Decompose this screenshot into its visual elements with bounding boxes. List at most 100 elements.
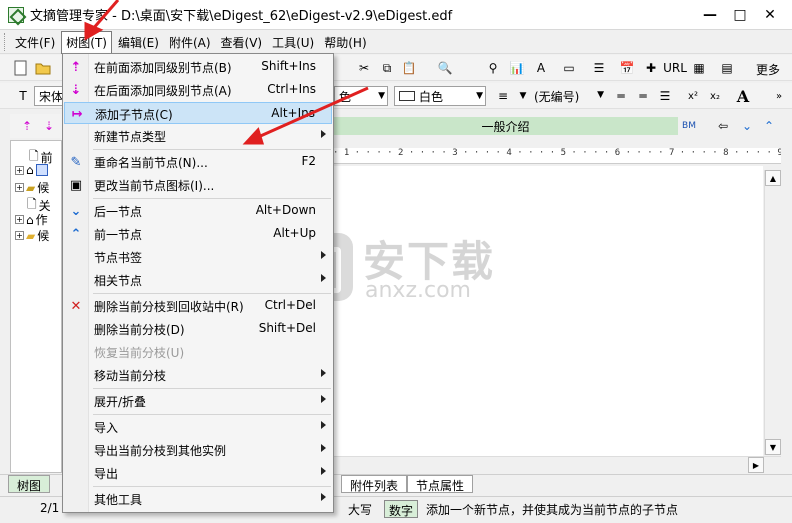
tree-node-label: 作 [35, 213, 48, 227]
menu-tools[interactable]: 工具(U) [268, 32, 318, 53]
menu-item-delete-branch[interactable]: 删除当前分枝(D) Shift+Del [64, 318, 332, 340]
tree-node[interactable]: + ⌂ [15, 163, 48, 177]
numbering-select[interactable]: (无编号) ▼ [530, 86, 606, 106]
open-folder-icon[interactable] [34, 59, 52, 77]
minimize-button[interactable]: — [696, 4, 724, 26]
tree-node[interactable]: + ▰ 候 [15, 227, 49, 244]
window-title: 文摘管理专家 - D:\桌面\安下载\eDigest_62\eDigest-v2… [30, 9, 453, 24]
tree-node-label: 候 [37, 181, 50, 195]
superscript-icon[interactable]: x² [684, 87, 702, 105]
new-file-icon[interactable] [12, 59, 30, 77]
menu-attachment[interactable]: 附件(A) [165, 32, 215, 53]
menu-item-add-before[interactable]: ⇡ 在前面添加同级别节点(B) Shift+Ins [64, 56, 332, 78]
find-icon[interactable]: 🔍 [436, 59, 454, 77]
menu-file[interactable]: 文件(F) [11, 32, 59, 53]
menu-item-expand-collapse[interactable]: 展开/折叠 [64, 390, 332, 412]
abc-icon[interactable]: A [532, 59, 550, 77]
back-icon[interactable]: ⇦ [714, 117, 732, 135]
bg-color-select[interactable]: 白色 ▼ [394, 86, 486, 106]
menu-item-label: 相关节点 [94, 274, 143, 288]
menu-item-add-after[interactable]: ⇣ 在后面添加同级别节点(A) Ctrl+Ins [64, 79, 332, 101]
scroll-right-icon[interactable]: ▶ [748, 457, 764, 473]
bookmark-icon[interactable]: BM [680, 117, 698, 135]
calendar-icon[interactable]: 📅 [618, 59, 636, 77]
url-icon[interactable]: URL [663, 59, 687, 77]
maximize-button[interactable]: □ [726, 4, 754, 26]
outdent-icon[interactable]: ═ [634, 87, 652, 105]
expand-icon[interactable]: + [15, 215, 24, 224]
font-style-icon[interactable]: A [734, 87, 752, 106]
tree-panel: 🗋 前 + ⌂ + ▰ 候 🗋 关 + ⌂ 作 + ▰ 候 [10, 140, 62, 473]
menu-item-related-nodes[interactable]: 相关节点 [64, 269, 332, 291]
move-up-icon[interactable]: ⇡ [18, 117, 36, 135]
menu-item-bookmarks[interactable]: 节点书签 [64, 246, 332, 268]
menu-separator [93, 486, 331, 487]
tree-node-label [35, 164, 48, 176]
menu-item-export[interactable]: 导出 [64, 462, 332, 484]
mark-icon[interactable]: ✚ [642, 59, 660, 77]
menu-item-delete-to-recycle[interactable]: ✕ 删除当前分枝到回收站中(R) Ctrl+Del [64, 295, 332, 317]
subscript-icon[interactable]: x₂ [706, 87, 724, 105]
menu-item-change-icon[interactable]: ▣ 更改当前节点图标(I)... [64, 174, 332, 196]
menubar-grip [4, 33, 7, 51]
tree-node[interactable]: + ▰ 候 [15, 179, 49, 196]
status-message: 添加一个新节点，并使其成为当前节点的子节点 [426, 503, 679, 517]
menu-item-prev-node[interactable]: ⌃ 前一节点 Alt+Up [64, 223, 332, 245]
tree-node[interactable]: + ⌂ 作 [15, 211, 48, 228]
toolbar-overflow-icon[interactable]: » [770, 87, 788, 105]
copy-icon[interactable]: ⧉ [378, 59, 396, 77]
submenu-arrow-icon [321, 251, 326, 259]
expand-icon[interactable]: + [15, 165, 24, 175]
expand-icon[interactable]: + [15, 183, 24, 192]
more-button[interactable]: 更多 [756, 61, 780, 78]
submenu-arrow-icon [321, 369, 326, 377]
menu-item-label: 在后面添加同级别节点(A) [94, 84, 232, 98]
chevron-up-icon[interactable]: ⌃ [760, 117, 778, 135]
cut-icon[interactable]: ✂ [355, 59, 373, 77]
grey-box-icon[interactable]: ▭ [560, 59, 578, 77]
menu-item-label: 前一节点 [94, 228, 143, 242]
text-cursor-icon[interactable]: T [14, 87, 32, 105]
scroll-up-icon[interactable]: ▲ [765, 170, 781, 186]
format-icon[interactable]: ☰ [590, 59, 608, 77]
menu-item-label: 在前面添加同级别节点(B) [94, 61, 232, 75]
chart-icon[interactable]: 📊 [508, 59, 526, 77]
binoculars-icon[interactable]: ⚲ [484, 59, 502, 77]
image-insert-icon[interactable]: ▦ [690, 59, 708, 77]
close-button[interactable]: ✕ [756, 4, 784, 26]
image-icon: ▣ [69, 177, 83, 193]
menu-item-import[interactable]: 导入 [64, 416, 332, 438]
vertical-scrollbar[interactable]: ▲ ▼ [764, 170, 781, 455]
menu-tree[interactable]: 树图(T) [61, 30, 112, 54]
chevron-down-icon[interactable]: ⌄ [738, 117, 756, 135]
menu-item-shortcut: Shift+Ins [261, 59, 316, 73]
menu-item-other-tools[interactable]: 其他工具 [64, 488, 332, 510]
menu-item-label: 恢复当前分枝(U) [94, 346, 185, 360]
menu-item-export-to-instance[interactable]: 导出当前分枝到其他实例 [64, 439, 332, 461]
menu-item-move-branch[interactable]: 移动当前分枝 [64, 364, 332, 386]
paste-icon[interactable]: 📋 [400, 59, 418, 77]
align-icon[interactable]: ≡ [494, 87, 512, 105]
tab-tree[interactable]: 树图 [8, 475, 51, 493]
tab-attachments[interactable]: 附件列表 [341, 475, 408, 493]
menu-item-next-node[interactable]: ⌄ 后一节点 Alt+Down [64, 200, 332, 222]
menu-item-restore-branch[interactable]: 恢复当前分枝(U) [64, 341, 332, 363]
menu-item-rename[interactable]: ✎ 重命名当前节点(N)... F2 [64, 151, 332, 173]
list-icon[interactable]: ☰ [656, 87, 674, 105]
layout-icon[interactable]: ▤ [718, 59, 736, 77]
font-color-select[interactable]: 色 ▼ [334, 86, 388, 106]
scroll-down-icon[interactable]: ▼ [765, 439, 781, 455]
indent-icon[interactable]: ═ [612, 87, 630, 105]
editor-area[interactable] [333, 166, 763, 456]
horizontal-scrollbar[interactable]: ▶ [333, 456, 781, 473]
move-down-icon[interactable]: ⇣ [40, 117, 58, 135]
menu-item-add-child[interactable]: ↦ 添加子节点(C) Alt+Ins [64, 102, 332, 124]
expand-icon[interactable]: + [15, 231, 24, 240]
menu-help[interactable]: 帮助(H) [320, 32, 370, 53]
tab-node-properties[interactable]: 节点属性 [407, 475, 474, 493]
menu-edit[interactable]: 编辑(E) [114, 32, 163, 53]
menu-bar: 文件(F) 树图(T) 编辑(E) 附件(A) 查看(V) 工具(U) 帮助(H… [0, 30, 792, 54]
menu-view[interactable]: 查看(V) [217, 32, 267, 53]
menu-item-shortcut: Alt+Ins [271, 106, 315, 120]
menu-item-new-node-type[interactable]: 新建节点类型 [64, 125, 332, 147]
